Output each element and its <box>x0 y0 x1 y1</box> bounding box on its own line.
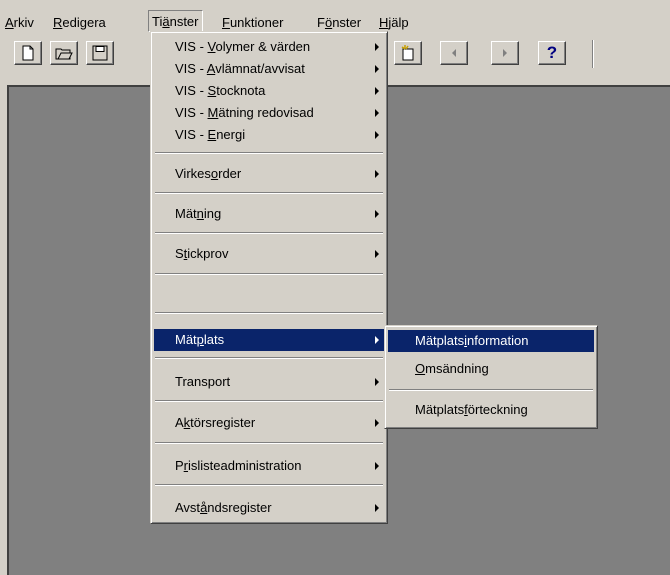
submenu-arrow-icon <box>375 210 379 218</box>
help-icon: ? <box>546 43 558 62</box>
menu-item-vis-energi[interactable]: VIS - Energi <box>154 124 384 146</box>
menu-separator <box>155 484 383 486</box>
menu-item-matning[interactable]: Mätning <box>154 203 384 225</box>
menu-separator <box>155 400 383 402</box>
next-button[interactable] <box>491 41 519 65</box>
save-disk-icon <box>92 45 108 61</box>
menu-item-aktorsregister[interactable]: Aktörsregister <box>154 412 384 434</box>
submenu-arrow-icon <box>375 336 379 344</box>
menu-separator <box>155 232 383 234</box>
new-document-icon <box>22 45 34 61</box>
menu-item-vis-avlamnat[interactable]: VIS - Avlämnat/avvisat <box>154 58 384 80</box>
menu-item-matplats[interactable]: Mätplats <box>154 329 384 351</box>
menu-separator <box>155 192 383 194</box>
menu-item-vis-stocknota[interactable]: VIS - Stocknota <box>154 80 384 102</box>
submenu-arrow-icon <box>375 65 379 73</box>
new-item-button[interactable] <box>394 41 422 65</box>
tjanster-menu: VIS - Volymer & värden VIS - Avlämnat/av… <box>150 31 388 524</box>
application-window: Arkiv Redigera Tiänster Funktioner Fönst… <box>0 0 670 575</box>
submenu-arrow-icon <box>375 419 379 427</box>
menu-item-vis-volymer[interactable]: VIS - Volymer & värden <box>154 36 384 58</box>
menu-separator <box>155 152 383 154</box>
menu-item-matplatsforteckning[interactable]: Mätplatsförteckning <box>388 399 594 421</box>
open-folder-icon <box>55 48 73 60</box>
toolbar-separator <box>592 40 594 68</box>
submenu-arrow-icon <box>375 109 379 117</box>
menu-redigera[interactable]: Redigera <box>50 12 109 34</box>
menu-item-virkesorder[interactable]: Virkesorder <box>154 163 384 185</box>
menu-separator <box>155 442 383 444</box>
menu-separator <box>155 312 383 314</box>
next-arrow-icon <box>503 49 507 57</box>
new-button[interactable] <box>14 41 42 65</box>
submenu-arrow-icon <box>375 87 379 95</box>
menu-item-matplatsinformation[interactable]: Mätplatsinformation <box>388 330 594 352</box>
submenu-arrow-icon <box>375 43 379 51</box>
menu-tjanster[interactable]: Tiänster <box>148 10 203 32</box>
submenu-arrow-icon <box>375 378 379 386</box>
submenu-arrow-icon <box>375 131 379 139</box>
help-button[interactable]: ? <box>538 41 566 65</box>
menu-separator <box>155 273 383 275</box>
menubar: Arkiv Redigera Tiänster Funktioner Fönst… <box>0 0 670 34</box>
menu-separator <box>155 357 383 359</box>
submenu-arrow-icon <box>375 250 379 258</box>
previous-arrow-icon <box>452 49 456 57</box>
menu-item-stickprov[interactable]: Stickprov <box>154 243 384 265</box>
menu-item-prislisteadministration[interactable]: Prislisteadministration <box>154 455 384 477</box>
menu-item-avstandsregister[interactable]: Avståndsregister <box>154 497 384 519</box>
menu-separator <box>389 389 593 391</box>
submenu-arrow-icon <box>375 462 379 470</box>
new-item-icon <box>401 45 414 61</box>
submenu-arrow-icon <box>375 504 379 512</box>
menu-item-omsandning[interactable]: Omsändning <box>388 358 594 380</box>
menu-item-vis-matning[interactable]: VIS - Mätning redovisad <box>154 102 384 124</box>
save-button[interactable] <box>86 41 114 65</box>
menu-arkiv[interactable]: Arkiv <box>2 12 37 34</box>
previous-button[interactable] <box>440 41 468 65</box>
menu-item-transport[interactable]: Transport <box>154 371 384 393</box>
submenu-arrow-icon <box>375 170 379 178</box>
open-button[interactable] <box>50 41 78 65</box>
matplats-submenu: Mätplatsinformation Omsändning Mätplatsf… <box>384 325 598 429</box>
